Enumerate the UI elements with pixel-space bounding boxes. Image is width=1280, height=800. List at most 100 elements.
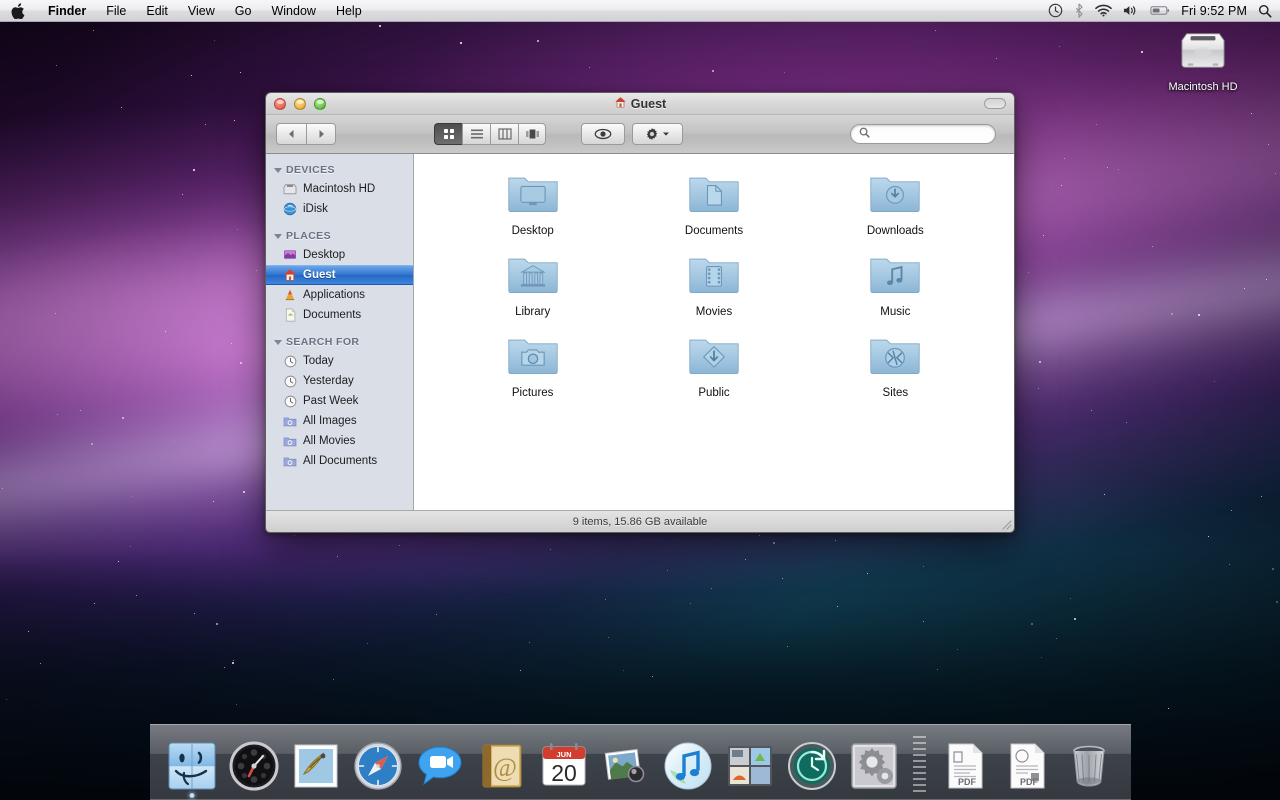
menu-file[interactable]: File — [96, 0, 136, 22]
home-icon — [283, 268, 297, 282]
dock-item-pdf-document-2[interactable]: PDF — [1001, 740, 1053, 792]
sidebar-item-all-images[interactable]: All Images — [266, 411, 413, 431]
bluetooth-icon[interactable] — [1074, 3, 1084, 18]
sidebar-item-all-movies[interactable]: All Movies — [266, 431, 413, 451]
sidebar-item-applications[interactable]: Applications — [266, 285, 413, 305]
coverflow-view-button[interactable] — [518, 123, 546, 145]
forward-button[interactable] — [306, 123, 336, 145]
sidebar-item-label: Yesterday — [303, 375, 354, 387]
folder-item-movies[interactable]: Movies — [623, 251, 804, 318]
folder-item-library[interactable]: Library — [442, 251, 623, 318]
ical-month-text: JUN — [556, 750, 571, 759]
sidebar-section-places[interactable]: PLACES — [266, 227, 413, 245]
menu-bar-clock[interactable]: Fri 9:52 PM — [1181, 4, 1247, 18]
folder-desktop-icon — [506, 170, 560, 221]
minimize-button[interactable] — [294, 98, 306, 110]
desktop-icon-label: Macintosh HD — [1168, 81, 1237, 93]
folder-item-public[interactable]: Public — [623, 332, 804, 399]
menu-go[interactable]: Go — [225, 0, 262, 22]
dock-item-trash[interactable] — [1063, 740, 1115, 792]
finder-content-area[interactable]: Desktop Documents — [414, 154, 1014, 510]
sidebar-section-devices[interactable]: DEVICES — [266, 161, 413, 179]
menu-finder[interactable]: Finder — [38, 0, 96, 22]
resize-grip[interactable] — [998, 516, 1012, 530]
icon-view-button[interactable] — [434, 123, 462, 145]
folder-item-pictures[interactable]: Pictures — [442, 332, 623, 399]
sidebar-item-yesterday[interactable]: Yesterday — [266, 371, 413, 391]
time-machine-icon[interactable] — [1048, 3, 1063, 18]
column-view-button[interactable] — [490, 123, 518, 145]
sidebar-item-today[interactable]: Today — [266, 351, 413, 371]
clock-icon — [283, 374, 297, 388]
menu-view[interactable]: View — [178, 0, 225, 22]
sidebar-item-label: Documents — [303, 309, 361, 321]
dock-item-mail[interactable] — [290, 740, 342, 792]
sidebar-item-desktop[interactable]: Desktop — [266, 245, 413, 265]
view-switcher — [434, 123, 546, 145]
folder-item-music[interactable]: Music — [805, 251, 986, 318]
dock-plate: @ JUN 20 — [150, 724, 1131, 800]
dock-item-finder[interactable] — [166, 740, 218, 792]
sidebar-spacer — [266, 219, 413, 227]
sidebar-item-all-documents[interactable]: All Documents — [266, 451, 413, 471]
dock-item-spaces[interactable] — [724, 740, 776, 792]
folder-item-documents[interactable]: Documents — [623, 170, 804, 237]
folder-item-downloads[interactable]: Downloads — [805, 170, 986, 237]
search-icon[interactable] — [1258, 4, 1272, 18]
dock-item-iphoto[interactable] — [600, 740, 652, 792]
sidebar-item-guest[interactable]: Guest — [266, 265, 413, 285]
dock-item-itunes[interactable] — [662, 740, 714, 792]
dock-item-address-book[interactable]: @ — [476, 740, 528, 792]
volume-icon[interactable] — [1123, 4, 1139, 17]
folder-public-icon — [687, 332, 741, 383]
folder-label: Documents — [685, 225, 743, 237]
folder-movies-icon — [687, 251, 741, 302]
disclosure-triangle-icon[interactable] — [274, 168, 282, 173]
sidebar-section-search-for[interactable]: SEARCH FOR — [266, 333, 413, 351]
dock-item-ical[interactable]: JUN 20 — [538, 740, 590, 792]
sidebar-item-label: Past Week — [303, 395, 358, 407]
dock-item-ichat[interactable] — [414, 740, 466, 792]
menu-edit[interactable]: Edit — [136, 0, 178, 22]
menu-bar: Finder File Edit View Go Window Help Fri… — [0, 0, 1280, 22]
close-button[interactable] — [274, 98, 286, 110]
desktop-icon-macintosh-hd[interactable]: Macintosh HD — [1160, 28, 1246, 93]
search-field[interactable] — [850, 124, 996, 144]
menu-help[interactable]: Help — [326, 0, 372, 22]
dock-item-system-preferences[interactable] — [848, 740, 900, 792]
window-title-bar[interactable]: Guest — [266, 93, 1014, 115]
search-input[interactable] — [874, 128, 987, 140]
sidebar-item-documents[interactable]: Documents — [266, 305, 413, 325]
folder-documents-icon — [687, 170, 741, 221]
wifi-icon[interactable] — [1095, 4, 1112, 17]
home-icon — [614, 96, 627, 112]
sidebar-item-label: All Movies — [303, 435, 355, 447]
folder-music-icon — [868, 251, 922, 302]
zoom-button[interactable] — [314, 98, 326, 110]
toolbar-toggle-button[interactable] — [984, 98, 1006, 109]
menu-window[interactable]: Window — [261, 0, 325, 22]
smart-folder-icon — [283, 414, 297, 428]
dock-item-time-machine[interactable] — [786, 740, 838, 792]
idisk-icon — [283, 202, 297, 216]
disclosure-triangle-icon[interactable] — [274, 340, 282, 345]
folder-item-desktop[interactable]: Desktop — [442, 170, 623, 237]
desktop-icon — [283, 248, 297, 262]
sidebar-item-macintosh-hd[interactable]: Macintosh HD — [266, 179, 413, 199]
dock-item-pdf-document-1[interactable]: PDF — [939, 740, 991, 792]
dock-item-dashboard[interactable] — [228, 740, 280, 792]
disclosure-triangle-icon[interactable] — [274, 234, 282, 239]
dock-item-safari[interactable] — [352, 740, 404, 792]
sidebar-item-label: Today — [303, 355, 334, 367]
action-menu-button[interactable] — [632, 123, 683, 145]
sidebar-item-idisk[interactable]: iDisk — [266, 199, 413, 219]
battery-icon[interactable] — [1150, 5, 1170, 16]
sidebar-item-past-week[interactable]: Past Week — [266, 391, 413, 411]
folder-pictures-icon — [506, 332, 560, 383]
folder-item-sites[interactable]: Sites — [805, 332, 986, 399]
back-button[interactable] — [276, 123, 306, 145]
quick-look-button[interactable] — [581, 123, 625, 145]
finder-window[interactable]: Guest — [265, 92, 1015, 533]
apple-logo-icon[interactable] — [0, 3, 38, 19]
list-view-button[interactable] — [462, 123, 490, 145]
